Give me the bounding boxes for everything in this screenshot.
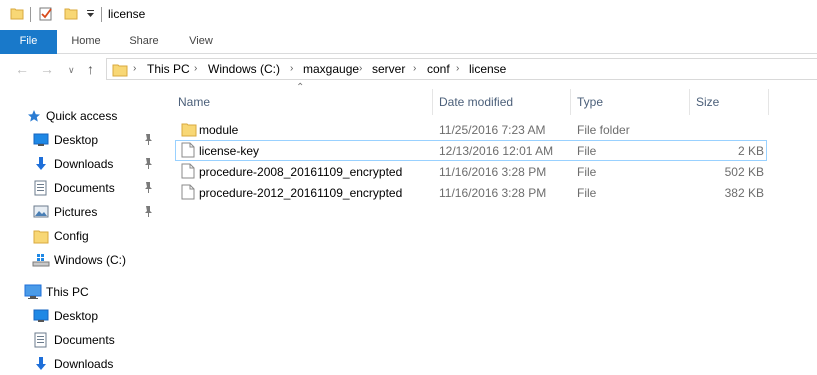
file-date: 11/16/2016 3:28 PM xyxy=(439,186,547,200)
download-icon xyxy=(36,157,46,170)
file-size: 502 KB xyxy=(724,165,764,179)
chevron-right-icon[interactable]: › xyxy=(413,63,416,74)
pin-icon[interactable] xyxy=(143,157,153,169)
column-header-name[interactable]: Name xyxy=(170,89,432,115)
file-row[interactable]: procedure-2008_20161109_encrypted 11/16/… xyxy=(175,161,767,182)
file-row[interactable]: license-key 12/13/2016 12:01 AM File 2 K… xyxy=(175,140,767,161)
file-name: license-key xyxy=(199,144,260,158)
file-type: File xyxy=(577,144,597,158)
new-folder-icon[interactable] xyxy=(64,6,78,20)
desktop-icon xyxy=(33,309,49,322)
column-divider[interactable] xyxy=(768,89,769,115)
chevron-right-icon[interactable]: › xyxy=(456,63,459,74)
file-row[interactable]: module 11/25/2016 7:23 AM File folder xyxy=(175,119,767,140)
column-header-size[interactable]: Size xyxy=(690,89,768,115)
folder-icon xyxy=(33,230,49,244)
separator xyxy=(30,7,31,22)
breadcrumb-conf[interactable]: conf xyxy=(427,62,450,76)
computer-icon xyxy=(24,284,42,299)
folder-icon xyxy=(112,64,128,77)
chevron-right-icon[interactable]: › xyxy=(133,63,136,74)
window-title: license xyxy=(108,7,146,21)
file-size: 2 KB xyxy=(737,144,764,158)
breadcrumb-windows-c[interactable]: Windows (C:) xyxy=(208,62,280,76)
file-date: 11/16/2016 3:28 PM xyxy=(439,165,547,179)
sidebar-item-label: Windows (C:) xyxy=(54,253,127,267)
file-icon xyxy=(181,184,195,200)
sidebar-item-config[interactable]: Config xyxy=(0,225,160,247)
documents-icon xyxy=(34,332,47,348)
sidebar-item-pictures[interactable]: Pictures xyxy=(0,201,160,223)
pictures-icon xyxy=(33,205,49,218)
ribbon-tabs: File Home Share View xyxy=(0,30,817,54)
file-icon xyxy=(181,142,195,158)
up-arrow-icon[interactable]: ↑ xyxy=(87,61,94,77)
desktop-icon xyxy=(33,133,49,146)
sidebar-item-label: Pictures xyxy=(54,205,98,219)
recent-locations-chevron-icon[interactable]: ∨ xyxy=(68,62,75,78)
file-row[interactable]: procedure-2012_20161109_encrypted 11/16/… xyxy=(175,182,767,203)
customize-toolbar-icon[interactable] xyxy=(86,9,96,19)
file-type: File xyxy=(577,186,597,200)
file-type: File xyxy=(577,165,597,179)
file-date: 12/13/2016 12:01 AM xyxy=(439,144,554,158)
tab-share[interactable]: Share xyxy=(118,30,170,54)
file-type: File folder xyxy=(577,123,630,137)
chevron-right-icon[interactable]: › xyxy=(194,63,197,74)
file-name: procedure-2008_20161109_encrypted xyxy=(199,165,403,179)
file-date: 11/25/2016 7:23 AM xyxy=(439,123,546,137)
drive-icon xyxy=(32,254,50,267)
sidebar-item-label: This PC xyxy=(46,285,89,299)
sidebar-item-documents[interactable]: Documents xyxy=(0,177,160,199)
sidebar-item-label: Downloads xyxy=(54,357,114,371)
sidebar-item-downloads[interactable]: Downloads xyxy=(0,153,160,175)
forward-arrow-icon[interactable]: → xyxy=(40,61,54,77)
separator xyxy=(101,7,102,22)
sidebar-item-label: Config xyxy=(54,229,89,243)
star-icon xyxy=(28,110,40,122)
sidebar-item-pc-downloads[interactable]: Downloads xyxy=(0,353,160,375)
file-name: procedure-2012_20161109_encrypted xyxy=(199,186,403,200)
pin-icon[interactable] xyxy=(143,133,153,145)
breadcrumb-server[interactable]: server xyxy=(372,62,405,76)
breadcrumb-this-pc[interactable]: This PC xyxy=(147,62,190,76)
documents-icon xyxy=(34,180,47,196)
sidebar-item-label: Documents xyxy=(54,333,115,347)
file-name: module xyxy=(199,123,239,137)
properties-icon[interactable] xyxy=(38,6,54,22)
pin-icon[interactable] xyxy=(143,205,153,217)
navigation-pane: Quick access Desktop Downloads Documents xyxy=(0,85,160,375)
chevron-right-icon[interactable]: › xyxy=(290,63,293,74)
file-icon xyxy=(181,163,195,179)
column-header-date-modified[interactable]: Date modified xyxy=(433,89,570,115)
sidebar-item-label: Desktop xyxy=(54,133,99,147)
column-header-type[interactable]: Type xyxy=(571,89,689,115)
address-bar[interactable]: › This PC › Windows (C:) › maxgauge › se… xyxy=(106,58,817,80)
sidebar-item-pc-documents[interactable]: Documents xyxy=(0,329,160,351)
sidebar-item-this-pc[interactable]: This PC xyxy=(0,281,160,303)
title-bar: license xyxy=(0,0,817,30)
sidebar-item-label: Downloads xyxy=(54,157,114,171)
sidebar-item-label: Documents xyxy=(54,181,115,195)
chevron-right-icon[interactable]: › xyxy=(359,63,362,74)
back-arrow-icon[interactable]: ← xyxy=(15,61,29,77)
tab-home[interactable]: Home xyxy=(60,30,112,54)
breadcrumb-maxgauge[interactable]: maxgauge xyxy=(303,62,359,76)
folder-icon xyxy=(181,123,197,137)
download-icon xyxy=(36,357,46,370)
tab-file[interactable]: File xyxy=(0,30,57,54)
breadcrumb-license[interactable]: license xyxy=(469,62,506,76)
file-size: 382 KB xyxy=(724,186,764,200)
sidebar-item-quick-access[interactable]: Quick access xyxy=(0,105,160,127)
tab-view[interactable]: View xyxy=(176,30,226,54)
pin-icon[interactable] xyxy=(143,181,153,193)
folder-icon[interactable] xyxy=(10,6,24,20)
file-list: ⌃ Name Date modified Type Size module 11… xyxy=(160,82,817,375)
sidebar-item-label: Desktop xyxy=(54,309,99,323)
sidebar-item-desktop[interactable]: Desktop xyxy=(0,129,160,151)
sidebar-item-windows-c[interactable]: Windows (C:) xyxy=(0,249,160,271)
sidebar-item-label: Quick access xyxy=(46,109,118,123)
sidebar-item-pc-desktop[interactable]: Desktop xyxy=(0,305,160,327)
